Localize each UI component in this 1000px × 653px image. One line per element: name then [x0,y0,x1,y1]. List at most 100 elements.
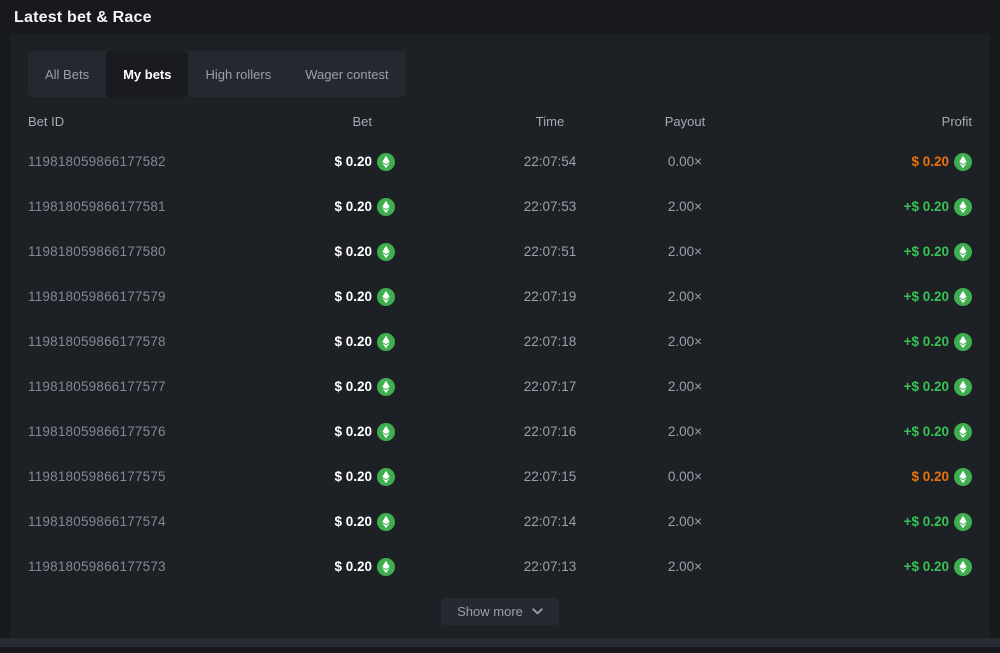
bet-time: 22:07:54 [483,154,617,169]
table-row[interactable]: 119818059866177574 $ 0.20 22:07:14 2.00×… [28,499,972,544]
bet-payout: 0.00× [617,154,753,169]
bet-amount: $ 0.20 [278,558,483,576]
table-row[interactable]: 119818059866177576 $ 0.20 22:07:16 2.00×… [28,409,972,454]
eth-coin-icon [954,198,972,216]
column-header-payout: Payout [617,114,753,129]
bet-id: 119818059866177574 [28,514,278,529]
show-more-label: Show more [457,604,523,619]
bets-tabbar: All Bets My bets High rollers Wager cont… [28,51,406,97]
bet-profit: +$ 0.20 [753,378,972,396]
tab-all-bets[interactable]: All Bets [28,51,106,97]
table-row[interactable]: 119818059866177573 $ 0.20 22:07:13 2.00×… [28,544,972,589]
table-row[interactable]: 119818059866177582 $ 0.20 22:07:54 0.00×… [28,139,972,184]
column-header-profit: Profit [753,114,972,129]
eth-coin-icon [954,513,972,531]
table-row[interactable]: 119818059866177580 $ 0.20 22:07:51 2.00×… [28,229,972,274]
bet-payout: 2.00× [617,379,753,394]
bet-profit: +$ 0.20 [753,198,972,216]
bet-payout: 2.00× [617,424,753,439]
bet-time: 22:07:15 [483,469,617,484]
bet-amount: $ 0.20 [278,378,483,396]
bet-payout: 2.00× [617,244,753,259]
eth-coin-icon [377,378,395,396]
bet-id: 119818059866177579 [28,289,278,304]
bet-profit: $ 0.20 [753,153,972,171]
bet-profit: +$ 0.20 [753,288,972,306]
column-header-time: Time [483,114,617,129]
bet-time: 22:07:19 [483,289,617,304]
bet-amount: $ 0.20 [278,513,483,531]
bet-payout: 2.00× [617,559,753,574]
tab-label: All Bets [45,67,89,82]
bet-id: 119818059866177581 [28,199,278,214]
tab-label: My bets [123,67,171,82]
eth-coin-icon [954,423,972,441]
tab-label: Wager contest [305,67,388,82]
eth-coin-icon [954,288,972,306]
bet-time: 22:07:16 [483,424,617,439]
eth-coin-icon [954,468,972,486]
bet-amount: $ 0.20 [278,198,483,216]
table-row[interactable]: 119818059866177581 $ 0.20 22:07:53 2.00×… [28,184,972,229]
bet-id: 119818059866177582 [28,154,278,169]
bet-payout: 0.00× [617,469,753,484]
eth-coin-icon [954,558,972,576]
bet-id: 119818059866177573 [28,559,278,574]
eth-coin-icon [954,378,972,396]
bet-payout: 2.00× [617,514,753,529]
bet-amount: $ 0.20 [278,423,483,441]
tab-my-bets[interactable]: My bets [106,51,188,97]
bet-profit: $ 0.20 [753,468,972,486]
page-bottom-strip [0,638,1000,647]
tab-wager-contest[interactable]: Wager contest [288,51,405,97]
table-row[interactable]: 119818059866177579 $ 0.20 22:07:19 2.00×… [28,274,972,319]
bet-time: 22:07:53 [483,199,617,214]
table-body: 119818059866177582 $ 0.20 22:07:54 0.00×… [28,139,972,589]
bet-profit: +$ 0.20 [753,513,972,531]
bet-time: 22:07:13 [483,559,617,574]
bet-amount: $ 0.20 [278,288,483,306]
table-row[interactable]: 119818059866177577 $ 0.20 22:07:17 2.00×… [28,364,972,409]
bet-id: 119818059866177577 [28,379,278,394]
table-row[interactable]: 119818059866177575 $ 0.20 22:07:15 0.00×… [28,454,972,499]
bet-amount: $ 0.20 [278,243,483,261]
bet-payout: 2.00× [617,289,753,304]
bet-payout: 2.00× [617,334,753,349]
bet-amount: $ 0.20 [278,468,483,486]
bet-time: 22:07:51 [483,244,617,259]
bet-id: 119818059866177575 [28,469,278,484]
bet-time: 22:07:18 [483,334,617,349]
bet-amount: $ 0.20 [278,153,483,171]
tab-high-rollers[interactable]: High rollers [188,51,288,97]
bet-time: 22:07:17 [483,379,617,394]
eth-coin-icon [954,243,972,261]
bet-id: 119818059866177580 [28,244,278,259]
bet-time: 22:07:14 [483,514,617,529]
bet-id: 119818059866177578 [28,334,278,349]
show-more-container: Show more [28,598,972,625]
eth-coin-icon [377,558,395,576]
eth-coin-icon [377,243,395,261]
eth-coin-icon [377,468,395,486]
bet-profit: +$ 0.20 [753,333,972,351]
chevron-down-icon [532,608,543,615]
show-more-button[interactable]: Show more [441,598,559,625]
table-header: Bet ID Bet Time Payout Profit [28,109,972,133]
bet-payout: 2.00× [617,199,753,214]
bet-profit: +$ 0.20 [753,423,972,441]
column-header-bet-id: Bet ID [28,114,278,129]
eth-coin-icon [377,513,395,531]
bet-amount: $ 0.20 [278,333,483,351]
bet-profit: +$ 0.20 [753,243,972,261]
eth-coin-icon [954,333,972,351]
eth-coin-icon [377,153,395,171]
eth-coin-icon [377,333,395,351]
eth-coin-icon [377,423,395,441]
eth-coin-icon [377,198,395,216]
eth-coin-icon [954,153,972,171]
eth-coin-icon [377,288,395,306]
column-header-bet: Bet [278,114,483,129]
bet-id: 119818059866177576 [28,424,278,439]
tab-label: High rollers [205,67,271,82]
table-row[interactable]: 119818059866177578 $ 0.20 22:07:18 2.00×… [28,319,972,364]
